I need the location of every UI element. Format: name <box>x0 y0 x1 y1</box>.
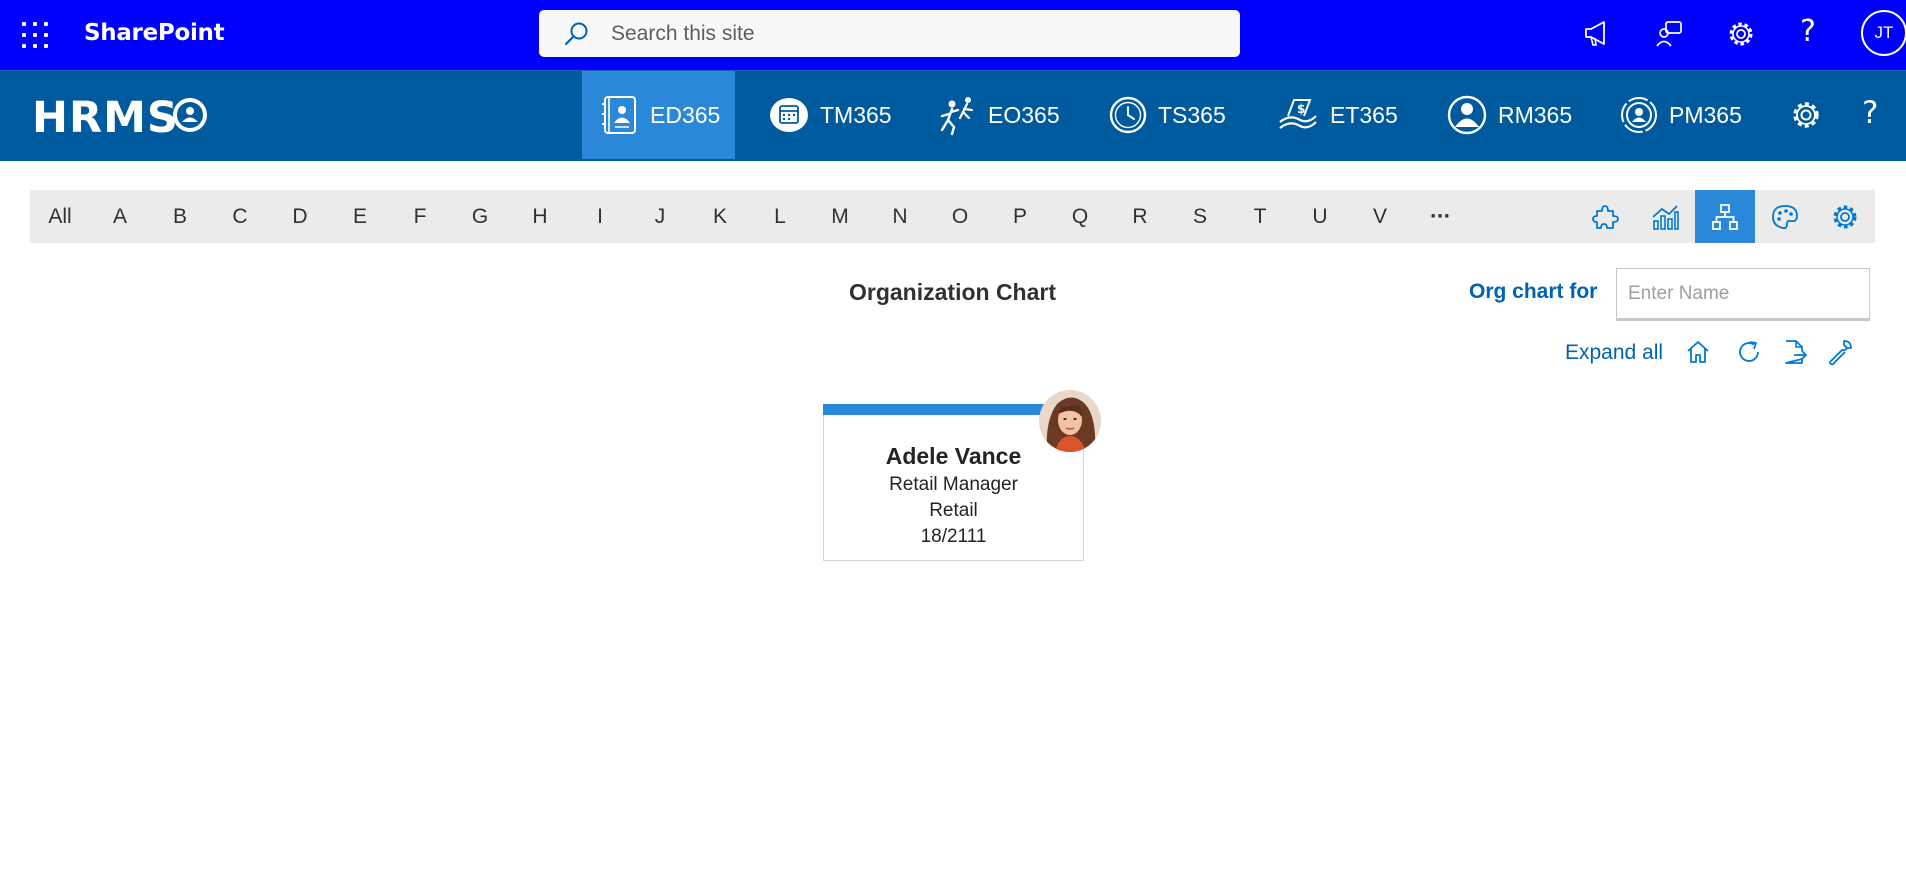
employee-title: Retail Manager <box>889 474 1018 495</box>
alphabet-filter-bar: All A B C D E F G H I J K L M N O P Q R … <box>30 190 1875 243</box>
chart-icon[interactable] <box>1635 190 1695 243</box>
filter-letter-e[interactable]: E <box>353 190 367 243</box>
filter-letter-o[interactable]: O <box>952 190 968 243</box>
help-icon[interactable]: ? <box>1800 14 1816 49</box>
more-letters-button[interactable]: ··· <box>1430 190 1451 243</box>
site-search[interactable] <box>539 10 1240 57</box>
app-launcher-icon[interactable] <box>22 22 48 48</box>
tab-pm365[interactable]: PM365 <box>1619 71 1742 159</box>
filter-letter-v[interactable]: V <box>1373 190 1387 243</box>
org-chart-icon[interactable] <box>1695 190 1755 243</box>
suite-bar: SharePoint ? JT <box>0 0 1906 70</box>
filter-letter-k[interactable]: K <box>713 190 727 243</box>
tab-tm365[interactable]: TM365 <box>768 71 892 159</box>
calendar-icon <box>768 94 810 136</box>
filter-all[interactable]: All <box>48 190 71 243</box>
filter-letter-q[interactable]: Q <box>1072 190 1088 243</box>
filter-letter-f[interactable]: F <box>414 190 427 243</box>
filter-letter-h[interactable]: H <box>532 190 547 243</box>
tab-rm365[interactable]: RM365 <box>1446 71 1572 159</box>
tab-label: ED365 <box>650 101 721 128</box>
search-input[interactable] <box>609 16 1213 52</box>
onboarding-icon <box>936 94 978 136</box>
filter-letter-g[interactable]: G <box>472 190 488 243</box>
expense-icon: $ <box>1276 94 1320 136</box>
filter-letter-m[interactable]: M <box>831 190 849 243</box>
hrms-logo-icon <box>172 97 208 138</box>
filter-letter-u[interactable]: U <box>1312 190 1327 243</box>
tab-label: RM365 <box>1498 101 1573 128</box>
tab-label: ET365 <box>1330 101 1398 128</box>
filter-letter-s[interactable]: S <box>1193 190 1207 243</box>
employee-name: Adele Vance <box>885 443 1022 469</box>
home-icon[interactable] <box>1684 338 1712 371</box>
feedback-icon[interactable] <box>1655 17 1685 56</box>
filter-letter-t[interactable]: T <box>1254 190 1267 243</box>
employee-extension: 18/2111 <box>920 526 987 547</box>
filter-letter-r[interactable]: R <box>1132 190 1147 243</box>
tab-label: PM365 <box>1669 101 1742 128</box>
tab-ed365[interactable]: ED365 <box>582 71 735 159</box>
refresh-icon[interactable] <box>1735 338 1763 371</box>
filter-letter-i[interactable]: I <box>597 190 603 243</box>
filter-letter-d[interactable]: D <box>292 190 307 243</box>
filter-letter-n[interactable]: N <box>892 190 907 243</box>
tab-label: TM365 <box>820 101 892 128</box>
org-chart-for-label: Org chart for <box>1469 280 1598 303</box>
svg-text:$: $ <box>1297 102 1305 116</box>
puzzle-icon[interactable] <box>1575 190 1635 243</box>
export-icon[interactable] <box>1780 338 1808 371</box>
hrms-help-icon[interactable]: ? <box>1862 95 1878 131</box>
hrms-nav-bar: HRMS ED365 TM365 EO365 TS365 $ ET365 RM3… <box>0 70 1906 161</box>
sharepoint-brand[interactable]: SharePoint <box>84 20 225 46</box>
page-title: Organization Chart <box>849 279 1057 305</box>
user-avatar[interactable]: JT <box>1861 10 1906 56</box>
clock-icon <box>1108 95 1148 135</box>
search-icon <box>563 21 589 52</box>
tab-label: TS365 <box>1158 101 1226 128</box>
avatar[interactable] <box>1039 390 1101 452</box>
megaphone-icon[interactable] <box>1583 17 1611 56</box>
filter-letter-a[interactable]: A <box>113 190 127 243</box>
gear-icon[interactable] <box>1815 190 1875 243</box>
directory-icon <box>600 94 640 136</box>
tab-ts365[interactable]: TS365 <box>1108 71 1226 159</box>
filter-letter-j[interactable]: J <box>655 190 666 243</box>
wrench-icon[interactable] <box>1826 338 1854 371</box>
filter-letter-p[interactable]: P <box>1013 190 1027 243</box>
tab-eo365[interactable]: EO365 <box>936 71 1060 159</box>
tab-et365[interactable]: $ ET365 <box>1276 71 1398 159</box>
tab-label: EO365 <box>988 101 1060 128</box>
filter-letter-l[interactable]: L <box>774 190 786 243</box>
employee-department: Retail <box>929 500 978 521</box>
hrms-settings-icon[interactable] <box>1790 99 1822 136</box>
performance-icon <box>1619 95 1659 135</box>
name-search-input[interactable] <box>1616 268 1870 321</box>
palette-icon[interactable] <box>1755 190 1815 243</box>
filter-letter-c[interactable]: C <box>232 190 247 243</box>
person-icon <box>1446 94 1488 136</box>
gear-icon[interactable] <box>1726 17 1756 56</box>
expand-all-link[interactable]: Expand all <box>1565 341 1663 365</box>
hrms-logo: HRMS <box>32 93 179 143</box>
filter-letter-b[interactable]: B <box>173 190 187 243</box>
